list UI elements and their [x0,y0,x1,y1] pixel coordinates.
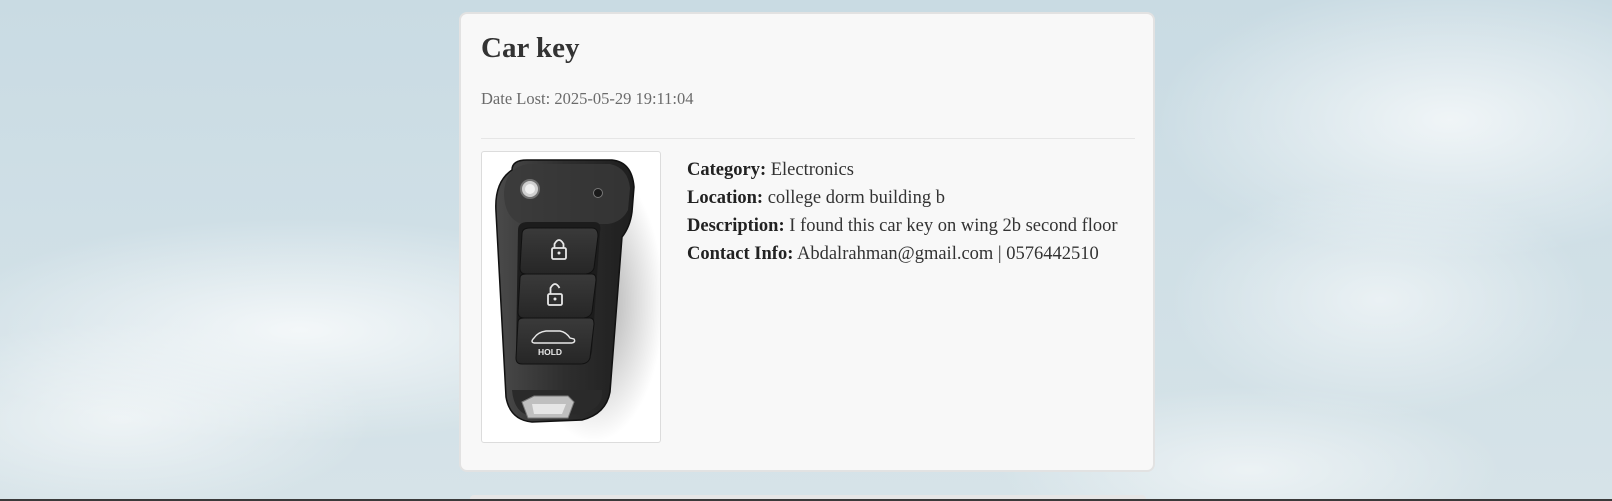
divider [481,138,1135,139]
date-lost-label: Date Lost: [481,89,551,108]
detail-value: Abdalrahman@gmail.com | 0576442510 [796,244,1099,264]
item-image[interactable]: HOLD [481,151,661,443]
car-key-image: HOLD [495,159,660,442]
date-lost-value: 2025-05-29 19:11:04 [554,89,694,108]
detail-label: Location: [687,188,764,208]
item-details: Category: Electronics Location: college … [687,156,1118,268]
detail-category: Category: Electronics [687,156,1118,184]
detail-description: Description: I found this car key on win… [687,212,1118,240]
hold-label: HOLD [538,347,562,357]
detail-value: Electronics [770,160,854,180]
detail-label: Description: [687,216,785,236]
date-lost: Date Lost: 2025-05-29 19:11:04 [481,89,694,109]
detail-value: college dorm building b [767,188,945,208]
item-title: Car key [481,32,580,64]
detail-value: I found this car key on wing 2b second f… [789,216,1118,236]
detail-contact: Contact Info: Abdalrahman@gmail.com | 05… [687,240,1118,268]
detail-location: Location: college dorm building b [687,184,1118,212]
detail-label: Contact Info: [687,244,794,264]
detail-label: Category: [687,160,767,180]
item-card: Car key Date Lost: 2025-05-29 19:11:04 H… [459,12,1155,472]
